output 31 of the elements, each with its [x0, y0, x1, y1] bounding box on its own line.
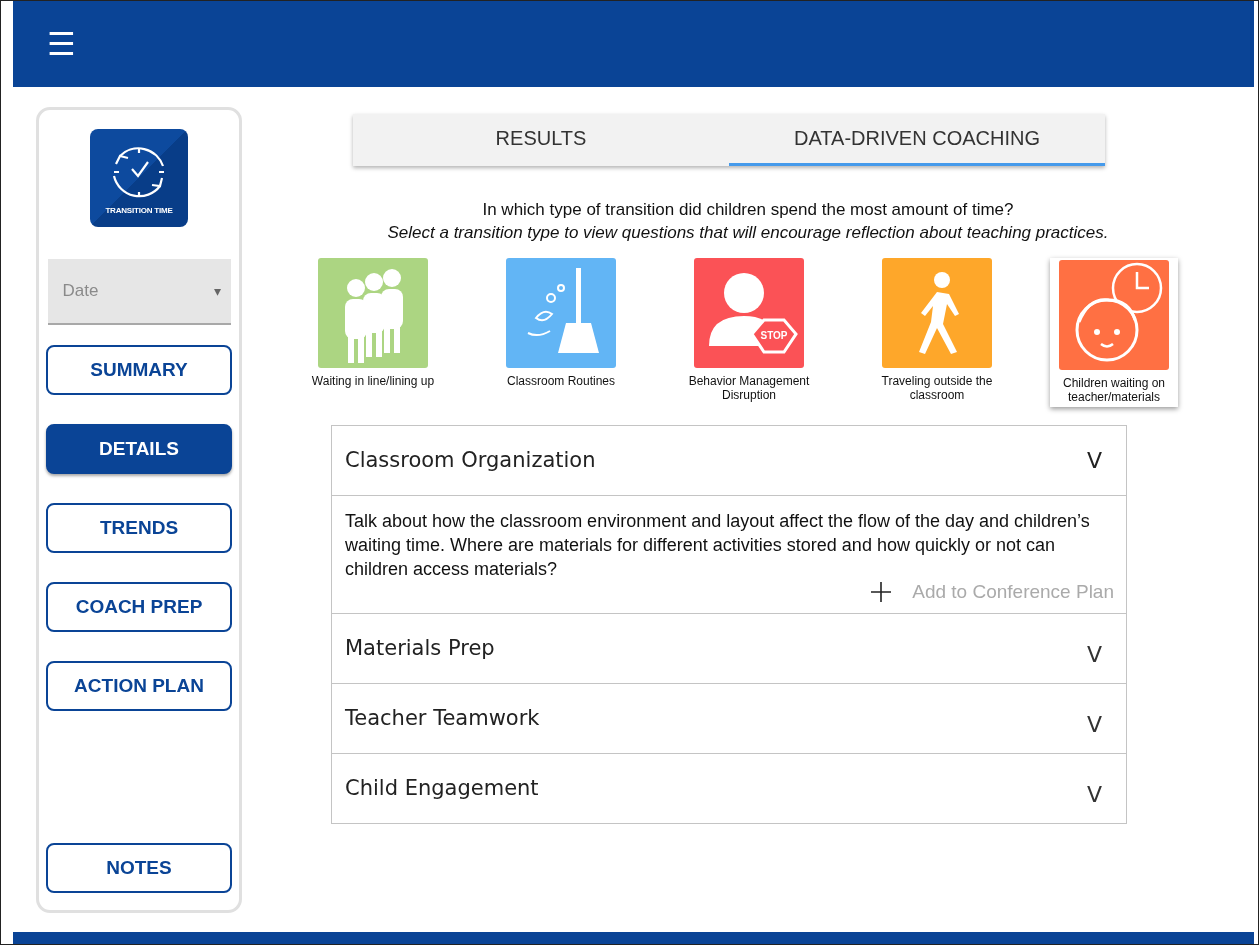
routines-tile-icon — [506, 258, 616, 368]
tab[interactable]: DATA-DRIVEN COACHING — [729, 114, 1105, 166]
caret-icon: ▾ — [213, 283, 221, 299]
traveling-tile-icon — [882, 258, 992, 368]
line-tile-icon — [318, 258, 428, 368]
nav-button[interactable]: ACTION PLAN — [46, 661, 232, 711]
behavior-tile-icon: STOP — [694, 258, 804, 368]
accordion-title: Classroom Organization — [345, 448, 596, 473]
menu-button[interactable]: ☰ — [47, 28, 76, 60]
date-select[interactable]: Date ▾ — [47, 259, 231, 325]
logo-caption: TRANSITION TIME — [105, 205, 173, 215]
tab[interactable]: RESULTS — [353, 114, 729, 166]
nav-button[interactable]: DETAILS — [46, 424, 232, 474]
reflection-question: Talk about how the classroom environment and layout affect the flow of the day and children’s waiting time. Where are materials for different activities stored and how quickly or not can children access materials? — [345, 509, 1091, 581]
expand-toggle[interactable]: V — [1086, 447, 1102, 473]
nav-button[interactable]: COACH PREP — [46, 582, 232, 632]
accordion-title: Teacher Teamwork — [345, 706, 540, 731]
question-text: In which type of transition did children spend the most amount of time? — [482, 200, 1014, 220]
waiting-tile-icon — [1059, 260, 1169, 370]
plus-icon — [870, 580, 893, 603]
expand-toggle[interactable]: V — [1086, 769, 1102, 807]
expand-toggle[interactable]: V — [1086, 629, 1102, 667]
transition-type-card[interactable]: Children waiting on teacher/materials — [1050, 258, 1178, 407]
instruction-text: Select a transition type to view questions that will encourage reflection about teaching practices. — [387, 223, 1109, 243]
nav-button[interactable]: SUMMARY — [46, 345, 232, 395]
expand-toggle[interactable]: V — [1086, 699, 1102, 737]
accordion-title: Child Engagement — [345, 776, 539, 801]
accordion-title: Materials Prep — [345, 636, 495, 661]
nav-button[interactable]: TRENDS — [46, 503, 232, 553]
nav-button[interactable]: NOTES — [46, 843, 232, 893]
date-placeholder: Date — [62, 281, 99, 301]
